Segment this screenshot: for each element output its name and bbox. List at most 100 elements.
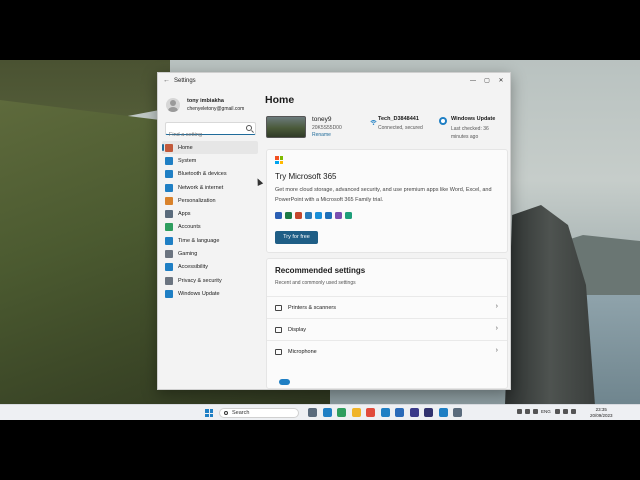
taskbar-app-icon[interactable] <box>366 408 375 417</box>
sidebar-item-personalization[interactable]: Personalization <box>162 194 258 207</box>
system-icon <box>165 156 173 165</box>
defender-icon[interactable] <box>533 409 538 414</box>
back-arrow-icon[interactable]: ← <box>163 77 170 84</box>
recommended-item-label: Printers & scanners <box>288 304 336 311</box>
sidebar-item-time-language[interactable]: Time & language <box>162 234 258 247</box>
wifi-status: Connected, secured <box>378 125 423 131</box>
sidebar-item-label: System <box>178 157 197 164</box>
wallpaper-cliff <box>505 205 595 404</box>
display-icon <box>275 326 282 333</box>
brush-icon <box>165 196 173 205</box>
recommended-subtitle: Recent and commonly used settings <box>275 280 356 286</box>
sidebar-nav: Home System Bluetooth & devices Network & i… <box>162 141 258 301</box>
wifi-icon <box>370 119 377 125</box>
sidebar-item-privacy-security[interactable]: Privacy & security <box>162 274 258 287</box>
search-icon <box>224 411 228 415</box>
recommended-item[interactable]: Printers & scanners › <box>267 296 507 318</box>
avatar <box>166 98 180 112</box>
microsoft-365-card: Try Microsoft 365 Get more cloud storage… <box>266 149 508 253</box>
sidebar-item-bluetooth-devices[interactable]: Bluetooth & devices <box>162 168 258 181</box>
search-input[interactable] <box>166 129 244 141</box>
sidebar-item-home[interactable]: Home <box>162 141 258 155</box>
sidebar-item-label: Time & language <box>178 237 220 244</box>
start-button[interactable] <box>205 409 213 417</box>
search-box[interactable] <box>165 122 256 141</box>
recommended-settings-card: Recommended settings Recent and commonly… <box>266 258 508 389</box>
sidebar-item-label: Privacy & security <box>178 277 222 284</box>
taskbar-app-icon[interactable] <box>337 408 346 417</box>
sidebar-item-label: Home <box>178 144 193 151</box>
sidebar-item-system[interactable]: System <box>162 154 258 167</box>
clock-icon <box>165 236 173 245</box>
sidebar-item-label: Windows Update <box>178 290 220 297</box>
taskbar-app-icon[interactable] <box>351 408 361 417</box>
try-for-free-button[interactable]: Try for free <box>275 231 318 244</box>
chevron-up-icon[interactable] <box>517 409 522 414</box>
taskbar: Search ENG 23:35 20/09/2023 <box>0 404 640 420</box>
recommended-item[interactable]: Microphone › <box>267 340 507 362</box>
letterbox-bottom <box>0 420 640 480</box>
office-app-icon <box>275 212 282 219</box>
sidebar-item-accessibility[interactable]: Accessibility <box>162 261 258 274</box>
sidebar-item-accounts[interactable]: Accounts <box>162 221 258 234</box>
recommended-item[interactable]: Display › <box>267 318 507 340</box>
microphone-icon <box>275 348 282 355</box>
battery-icon[interactable] <box>570 409 576 414</box>
taskbar-app-icon[interactable] <box>395 408 404 417</box>
windows-update-status: Last checked: 36 minutes ago <box>451 126 489 140</box>
home-icon <box>165 143 173 152</box>
sidebar-item-network-internet[interactable]: Network & internet <box>162 181 258 194</box>
wifi-tray-icon[interactable] <box>554 409 560 414</box>
office-app-icon <box>285 212 292 219</box>
user-profile[interactable]: tony imbiakha chenyeletony@gmail.com <box>164 96 260 118</box>
onedrive-tray-icon[interactable] <box>525 409 530 414</box>
close-button[interactable]: ✕ <box>494 75 508 87</box>
minimize-button[interactable]: — <box>466 75 480 87</box>
chevron-right-icon: › <box>495 347 498 354</box>
taskbar-app-icon[interactable] <box>438 408 448 417</box>
search-icon[interactable] <box>246 125 252 131</box>
volume-icon[interactable] <box>562 409 568 414</box>
wifi-name[interactable]: Tech_D3848441 <box>378 116 419 122</box>
sidebar-item-label: Accounts <box>178 224 201 231</box>
chevron-right-icon: › <box>495 303 498 310</box>
sidebar-item-label: Accessibility <box>178 264 208 271</box>
system-tray: ENG <box>517 409 579 414</box>
device-thumbnail <box>266 116 306 138</box>
windows-update-title[interactable]: Windows Update <box>451 116 495 122</box>
bluetooth-icon <box>165 170 173 179</box>
office-app-icon <box>325 212 332 219</box>
taskbar-app-icon[interactable] <box>322 408 332 417</box>
office-app-icon <box>295 212 302 219</box>
sidebar-item-label: Apps <box>178 211 191 218</box>
gaming-icon <box>165 250 173 259</box>
title-bar: ← Settings — ▢ ✕ <box>158 73 510 91</box>
clock[interactable]: 23:35 20/09/2023 <box>590 407 613 419</box>
recommended-item-label: Display <box>288 326 307 333</box>
printer-icon <box>275 304 282 311</box>
main-content: Home toney9 20K5S55D00 Rename Tech_D3848… <box>262 91 510 389</box>
sidebar-item-windows-update[interactable]: Windows Update <box>162 287 258 300</box>
page-title: Home <box>265 94 295 106</box>
device-summary: toney9 20K5S55D00 Rename Tech_D3848441 C… <box>266 116 508 142</box>
language-indicator[interactable]: ENG <box>541 409 551 414</box>
taskbar-app-icon[interactable] <box>308 408 317 417</box>
sidebar-item-label: Personalization <box>178 197 216 204</box>
user-name: tony imbiakha <box>187 98 224 104</box>
taskbar-app-icon[interactable] <box>424 408 433 417</box>
sidebar-item-apps[interactable]: Apps <box>162 207 258 220</box>
taskbar-app-icon[interactable] <box>409 408 419 417</box>
settings-window: ← Settings — ▢ ✕ tony imbiakha chenyelet… <box>157 72 511 390</box>
taskbar-search[interactable]: Search <box>219 408 299 418</box>
taskbar-app-icon[interactable] <box>380 408 390 417</box>
rename-link[interactable]: Rename <box>312 132 331 138</box>
maximize-button[interactable]: ▢ <box>480 75 494 87</box>
sidebar-item-label: Network & internet <box>178 184 224 191</box>
office-app-icons <box>275 212 355 219</box>
office-app-icon <box>315 212 322 219</box>
windows-update-icon <box>439 117 447 125</box>
window-title: Settings <box>174 78 196 84</box>
microsoft-logo-icon <box>275 156 283 164</box>
taskbar-app-icon[interactable] <box>453 408 462 417</box>
sidebar-item-gaming[interactable]: Gaming <box>162 247 258 260</box>
